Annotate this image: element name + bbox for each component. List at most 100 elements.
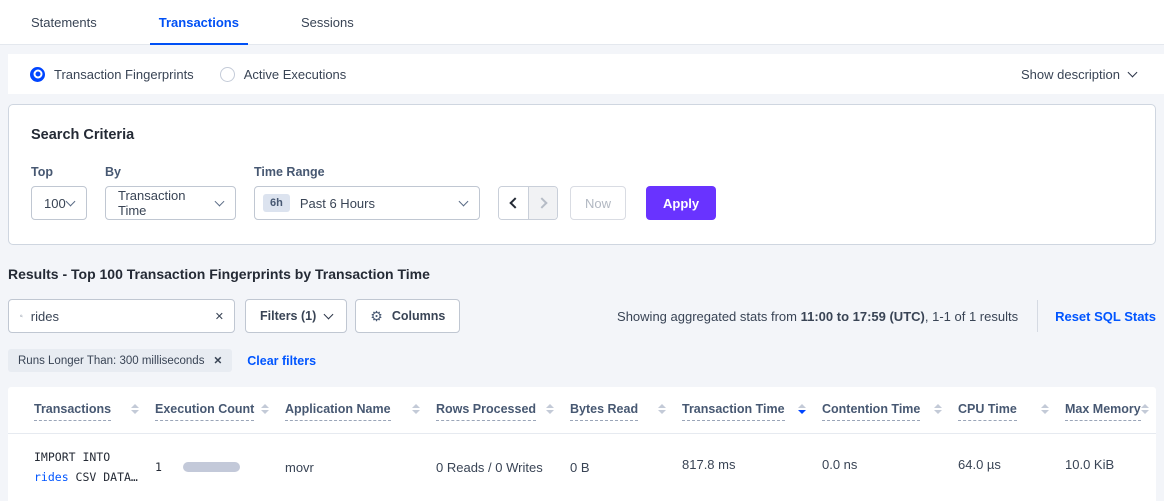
fingerprint-line2: rides CSV DATA… [34, 467, 145, 487]
top-select-value: 100 [44, 196, 66, 211]
column-header-label: Bytes Read [570, 402, 638, 421]
column-header-contention-time[interactable]: Contention Time [822, 402, 958, 433]
max-memory-cell: 10.0 KiB [1065, 457, 1156, 477]
chevron-down-icon [459, 196, 469, 206]
search-icon [20, 309, 23, 323]
sort-icon[interactable] [798, 404, 806, 414]
column-header-execution-count[interactable]: Execution Count [155, 402, 285, 433]
radio-label: Active Executions [244, 67, 347, 82]
top-tab-bar: Statements Transactions Sessions [0, 0, 1164, 45]
tab-sessions[interactable]: Sessions [292, 15, 363, 44]
table-header-row: Transactions Execution Count Application N… [8, 387, 1156, 434]
view-toggle-band: Transaction Fingerprints Active Executio… [8, 54, 1164, 94]
contention-time-value: 0.0 ns [822, 457, 948, 472]
clear-search-icon[interactable]: ✕ [215, 310, 224, 323]
rows-processed-cell: 0 Reads / 0 Writes [436, 460, 570, 475]
apply-button[interactable]: Apply [646, 186, 716, 220]
cpu-time-cell: 64.0 µs [958, 457, 1065, 477]
search-criteria-title: Search Criteria [31, 127, 1133, 143]
sort-icon[interactable] [412, 404, 420, 414]
search-box[interactable]: ✕ [8, 299, 235, 333]
radio-label: Transaction Fingerprints [54, 67, 194, 82]
column-header-transaction-time[interactable]: Transaction Time [682, 402, 822, 433]
top-select[interactable]: 100 [31, 186, 87, 220]
results-section: Results - Top 100 Transaction Fingerprin… [0, 266, 1164, 372]
chevron-right-icon [536, 197, 547, 208]
radio-selected-icon[interactable] [30, 67, 45, 82]
cpu-time-value: 64.0 µs [958, 457, 1055, 472]
results-controls-row: ✕ Filters (1) ⚙ Columns Showing aggregat… [8, 299, 1156, 333]
sort-icon[interactable] [261, 404, 269, 414]
execution-count-bar [183, 462, 240, 472]
clear-filters-link[interactable]: Clear filters [247, 354, 316, 368]
column-header-label: Transaction Time [682, 402, 785, 421]
time-range-pager [498, 186, 558, 220]
by-select[interactable]: Transaction Time [105, 186, 236, 220]
column-header-label: CPU Time [958, 402, 1017, 421]
fingerprint-link[interactable]: rides [34, 470, 69, 484]
sort-icon[interactable] [934, 404, 942, 414]
column-header-application-name[interactable]: Application Name [285, 402, 436, 433]
stats-area: Showing aggregated stats from 11:00 to 1… [617, 300, 1156, 332]
max-memory-value: 10.0 KiB [1065, 457, 1134, 472]
column-header-label: Transactions [34, 402, 111, 421]
columns-label: Columns [392, 309, 445, 323]
column-header-rows-processed[interactable]: Rows Processed [436, 402, 570, 433]
transaction-fingerprint-cell[interactable]: IMPORT INTO rides CSV DATA… [8, 447, 155, 487]
sort-icon[interactable] [546, 404, 554, 414]
search-input[interactable] [31, 309, 207, 324]
radio-active-executions[interactable]: Active Executions [220, 67, 347, 82]
by-field: By Transaction Time [105, 165, 236, 220]
reset-sql-stats-link[interactable]: Reset SQL Stats [1055, 309, 1156, 324]
column-header-bytes-read[interactable]: Bytes Read [570, 402, 682, 433]
by-label: By [105, 165, 236, 179]
column-header-transactions[interactable]: Transactions [8, 402, 155, 433]
filters-button[interactable]: Filters (1) [245, 299, 347, 333]
table-row: IMPORT INTO rides CSV DATA… 1 movr 0 Rea… [8, 434, 1156, 501]
time-range-label: Time Range [254, 165, 480, 179]
execution-count-value: 1 [155, 457, 162, 477]
tab-transactions[interactable]: Transactions [150, 15, 248, 44]
application-name-cell: movr [285, 460, 436, 475]
filter-chip-label: Runs Longer Than: 300 milliseconds [18, 355, 204, 367]
column-header-label: Application Name [285, 402, 391, 421]
sort-icon[interactable] [658, 404, 666, 414]
column-header-cpu-time[interactable]: CPU Time [958, 402, 1065, 433]
bytes-read-cell: 0 B [570, 460, 682, 475]
previous-range-button[interactable] [499, 187, 528, 219]
column-header-label: Execution Count [155, 402, 254, 421]
show-description-toggle[interactable]: Show description [1021, 67, 1136, 82]
transaction-time-value: 817.8 ms [682, 457, 812, 472]
contention-time-cell: 0.0 ns [822, 457, 958, 477]
columns-button[interactable]: ⚙ Columns [355, 299, 460, 333]
remove-filter-icon[interactable]: ✕ [213, 355, 222, 367]
vertical-divider [1037, 300, 1038, 332]
chevron-down-icon [215, 196, 225, 206]
radio-unselected-icon[interactable] [220, 67, 235, 82]
column-header-max-memory[interactable]: Max Memory [1065, 402, 1156, 433]
top-label: Top [31, 165, 87, 179]
applied-filters-row: Runs Longer Than: 300 milliseconds ✕ Cle… [8, 349, 1156, 372]
chevron-left-icon [509, 197, 520, 208]
sort-icon[interactable] [131, 404, 139, 414]
sort-icon[interactable] [1041, 404, 1049, 414]
time-range-badge: 6h [263, 194, 290, 212]
sort-icon[interactable] [1141, 404, 1149, 414]
filter-chip: Runs Longer Than: 300 milliseconds ✕ [8, 349, 232, 372]
radio-transaction-fingerprints[interactable]: Transaction Fingerprints [30, 67, 194, 82]
by-select-value: Transaction Time [118, 188, 216, 218]
top-field: Top 100 [31, 165, 87, 220]
time-range-value: Past 6 Hours [300, 196, 375, 211]
time-range-field: Time Range 6h Past 6 Hours [254, 165, 480, 220]
chevron-down-icon [324, 309, 334, 319]
tab-statements[interactable]: Statements [22, 15, 106, 44]
filters-label: Filters (1) [260, 309, 316, 323]
column-header-label: Max Memory [1065, 402, 1141, 421]
time-range-select[interactable]: 6h Past 6 Hours [254, 186, 480, 220]
column-header-label: Contention Time [822, 402, 920, 421]
now-button[interactable]: Now [570, 186, 626, 220]
next-range-button[interactable] [528, 187, 557, 219]
chevron-down-icon [66, 196, 76, 206]
column-header-label: Rows Processed [436, 402, 536, 421]
transactions-table: Transactions Execution Count Application N… [8, 387, 1156, 501]
